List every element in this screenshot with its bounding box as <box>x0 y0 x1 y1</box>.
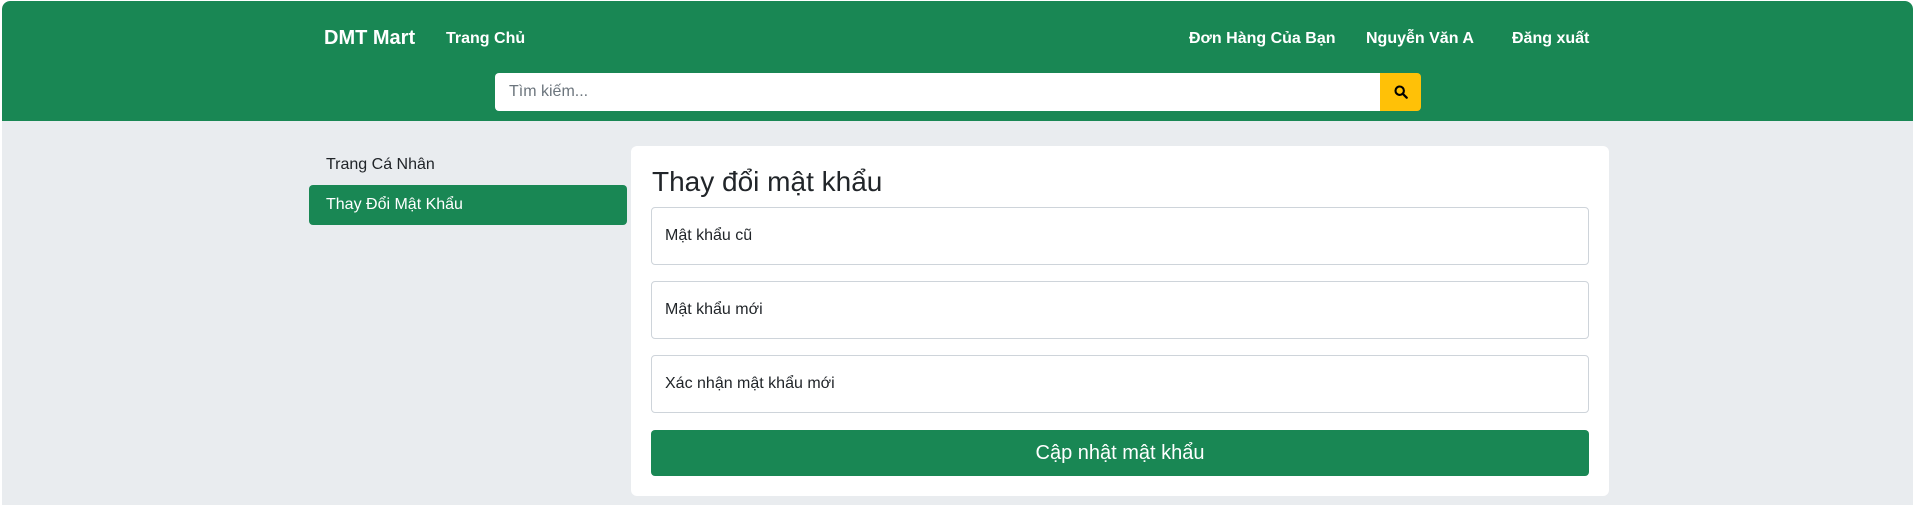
sidebar-item-change-password[interactable]: Thay Đổi Mật Khẩu <box>309 185 627 225</box>
old-password-field[interactable] <box>651 207 1589 265</box>
new-password-field[interactable] <box>651 281 1589 339</box>
page-title: Thay đổi mật khẩu <box>652 166 883 197</box>
change-password-card: Thay đổi mật khẩu Cập nhật mật khẩu <box>631 146 1609 496</box>
nav-user-name[interactable]: Nguyễn Văn A <box>1366 30 1474 48</box>
search-input[interactable] <box>495 73 1380 111</box>
nav-logout-link[interactable]: Đăng xuất <box>1512 30 1589 48</box>
search-button[interactable] <box>1380 73 1421 111</box>
confirm-password-field[interactable] <box>651 355 1589 413</box>
nav-orders-link[interactable]: Đơn Hàng Của Bạn <box>1189 30 1336 48</box>
sidebar-item-profile[interactable]: Trang Cá Nhân <box>309 145 627 185</box>
navbar: DMT Mart Trang Chủ Đơn Hàng Của Bạn Nguy… <box>2 1 1913 121</box>
search-icon <box>1393 85 1408 99</box>
app-frame: DMT Mart Trang Chủ Đơn Hàng Của Bạn Nguy… <box>2 1 1913 505</box>
update-password-button[interactable]: Cập nhật mật khẩu <box>651 430 1589 476</box>
nav-home-link[interactable]: Trang Chủ <box>446 30 525 48</box>
brand-logo[interactable]: DMT Mart <box>324 27 415 50</box>
